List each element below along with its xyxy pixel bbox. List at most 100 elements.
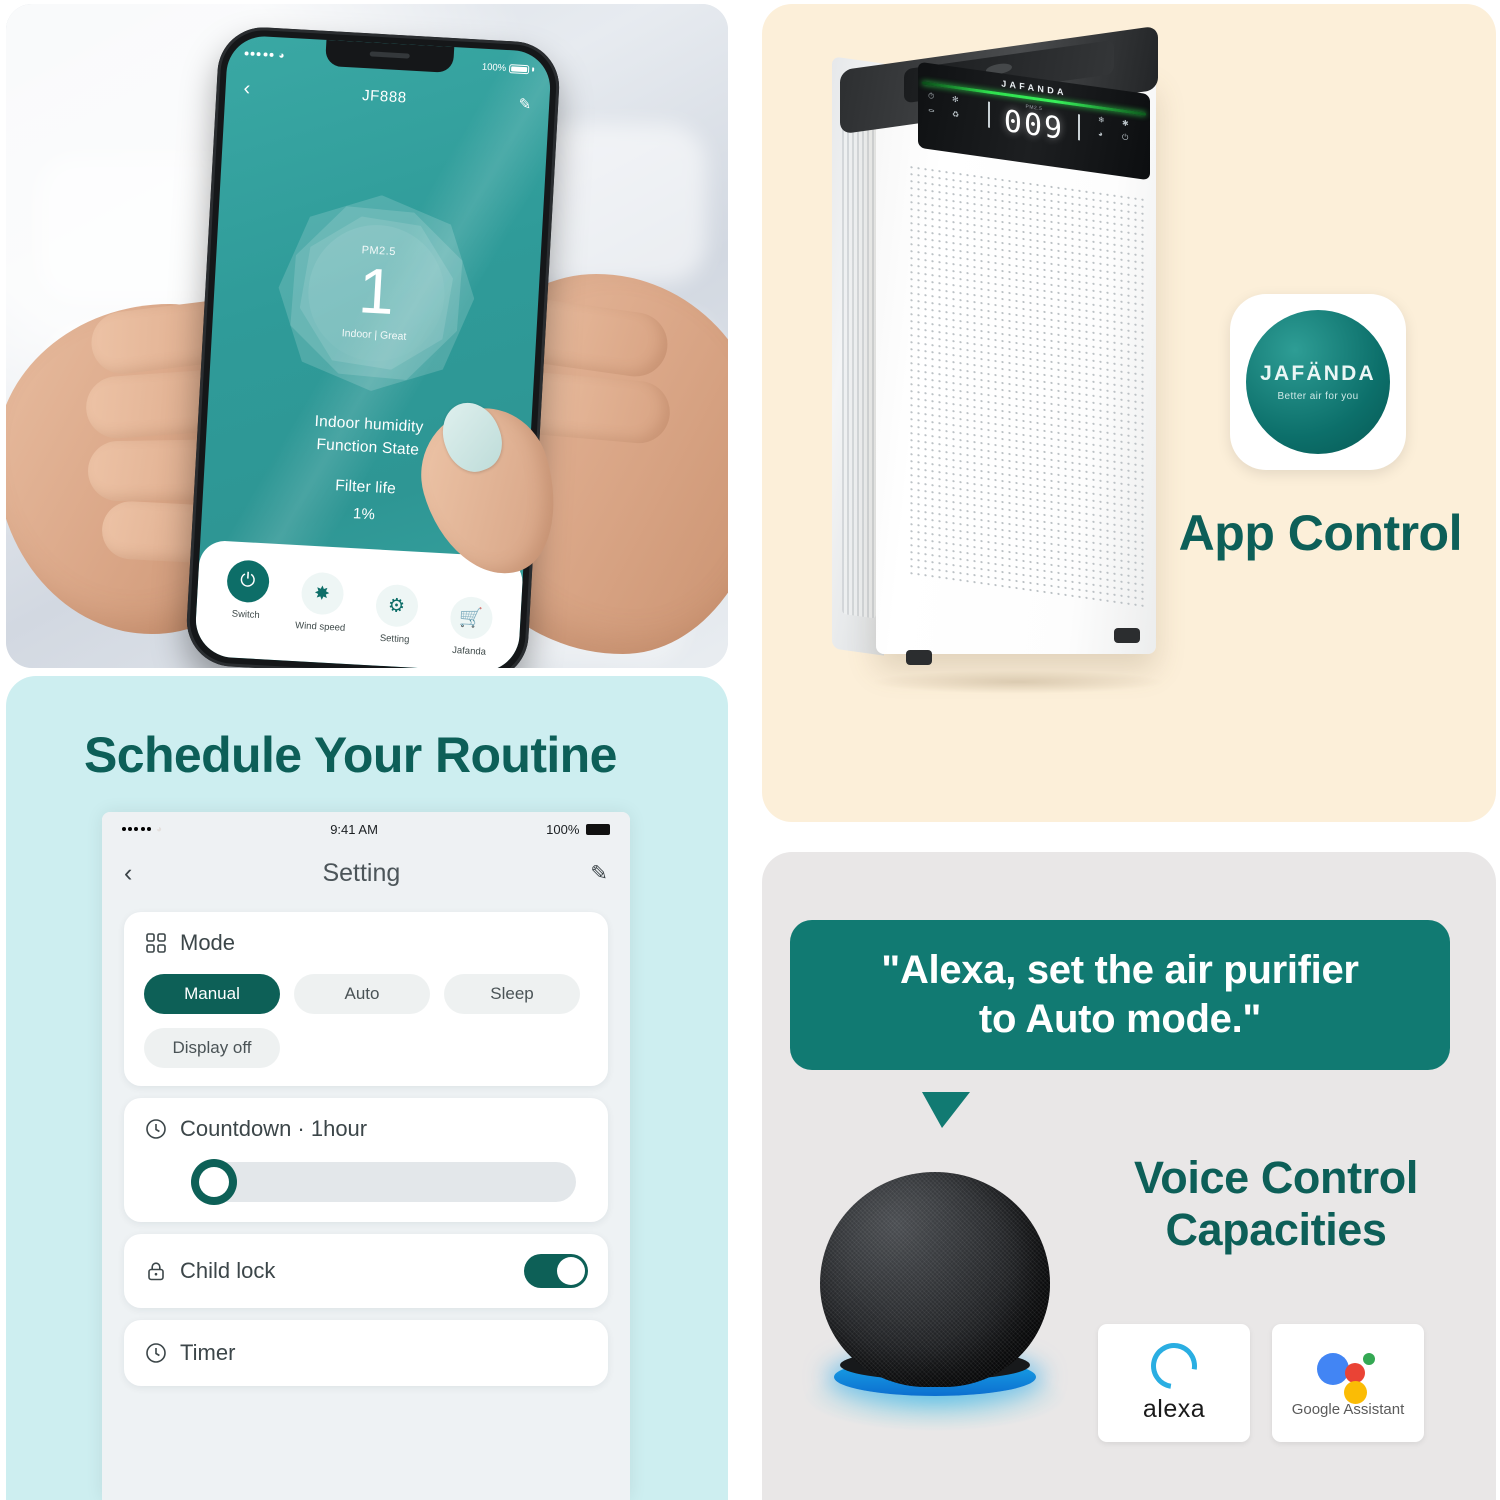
sleep-icon[interactable]: ✱: [1122, 118, 1140, 130]
status-time: 9:41 AM: [330, 821, 378, 837]
clock-icon: [144, 1341, 168, 1365]
wifi-icon[interactable]: ◕: [1098, 129, 1116, 142]
alexa-logo-icon: [1141, 1333, 1207, 1398]
gear-icon: ⚙: [374, 583, 419, 628]
battery-percent-label: 100%: [481, 61, 507, 74]
lock-icon[interactable]: ⚰: [928, 106, 946, 118]
panel-divider: [1078, 114, 1080, 141]
google-assistant-logo-icon: [1317, 1349, 1379, 1404]
app-control-headline: App Control: [1178, 505, 1463, 561]
mode-options: Manual Auto Sleep Display off: [144, 974, 588, 1068]
countdown-slider[interactable]: [191, 1159, 576, 1205]
back-icon[interactable]: ‹: [124, 859, 132, 888]
assistant-badges: alexa Google Assistant: [1098, 1324, 1424, 1442]
settings-navbar: ‹ Setting ✎: [102, 846, 630, 900]
schedule-panel: Schedule Your Routine ◕ 9:41 AM 100% ‹ S…: [6, 676, 728, 1500]
mode-label: Mode: [180, 930, 236, 955]
lock-icon: [144, 1259, 168, 1283]
countdown-card: Countdown · 1hour: [124, 1098, 608, 1222]
tab-switch-label: Switch: [231, 608, 261, 622]
countdown-card-header: Countdown · 1hour: [144, 1116, 588, 1142]
cart-icon: 🛒: [448, 595, 494, 641]
purifier-display-readout: PM2.5 009: [1003, 101, 1065, 148]
power-icon[interactable]: ⏻: [1122, 132, 1140, 145]
child-lock-row[interactable]: Child lock: [124, 1234, 608, 1308]
mode-option-display-off[interactable]: Display off: [144, 1028, 280, 1068]
mode-option-auto[interactable]: Auto: [294, 974, 430, 1014]
tab-wind-speed[interactable]: ✸ Wind speed: [287, 571, 356, 635]
battery-icon: [508, 63, 530, 74]
mode-card-header: Mode: [144, 930, 588, 956]
speech-bubble-tail: [922, 1092, 970, 1128]
power-icon: ⏻: [225, 559, 270, 604]
pm25-label: PM2.5: [361, 244, 397, 259]
battery-tip: [532, 67, 535, 72]
timer-row[interactable]: Timer: [124, 1320, 608, 1386]
tab-jafanda-store[interactable]: 🛒 Jafanda: [436, 595, 505, 659]
grid-icon: [144, 931, 168, 955]
air-purifier-product: JAFANDA ⏱ ✻ ⚰ ♻ PM2.5 009 ❄ ✱ ◕ ⏻: [814, 22, 1214, 702]
product-shadow: [870, 670, 1166, 694]
app-control-photo-panel: ◕ 100% ‹ JF888 ✎ PM2.5 1 Indoor | Great …: [6, 4, 728, 668]
countdown-label: Countdown · 1hour: [180, 1116, 368, 1141]
speaker-dome: [820, 1172, 1050, 1387]
alexa-label: alexa: [1142, 1394, 1206, 1423]
battery-icon: [586, 823, 610, 835]
tab-setting[interactable]: ⚙ Setting: [361, 583, 430, 647]
jafanda-app-icon: JAFÄNDA Better air for you: [1230, 294, 1406, 470]
alexa-badge: alexa: [1098, 1324, 1250, 1442]
settings-screen: ◕ 9:41 AM 100% ‹ Setting ✎ Mode Manual A…: [102, 812, 630, 1500]
panel-right-icons: ❄ ✱ ◕ ⏻: [1098, 115, 1140, 145]
status-battery: 100%: [546, 822, 610, 837]
child-lock-label: Child lock: [180, 1258, 276, 1283]
fan-icon[interactable]: ✻: [952, 94, 970, 107]
signal-dots-icon: ◕: [244, 48, 285, 61]
pencil-icon[interactable]: ✎: [518, 95, 532, 114]
mode-option-manual[interactable]: Manual: [144, 974, 280, 1014]
pm25-reading: 009: [1003, 103, 1065, 148]
voice-title-line-2: Capacities: [1165, 1204, 1387, 1256]
pm25-value: 1: [356, 254, 397, 329]
air-quality-ring: PM2.5 1 Indoor | Great: [273, 190, 480, 397]
google-assistant-badge: Google Assistant: [1272, 1324, 1424, 1442]
mode-card: Mode Manual Auto Sleep Display off: [124, 912, 608, 1086]
google-assistant-label: Google Assistant: [1291, 1400, 1405, 1418]
bubble-line-1: "Alexa, set the air purifier: [881, 948, 1359, 992]
purifier-panel: JAFANDA ⏱ ✻ ⚰ ♻ PM2.5 009 ❄ ✱ ◕ ⏻ JAFÄND…: [762, 4, 1496, 822]
slider-knob[interactable]: [191, 1159, 237, 1205]
alexa-speech-bubble: "Alexa, set the air purifier to Auto mod…: [790, 920, 1450, 1070]
battery-indicator: 100%: [482, 61, 535, 75]
auto-icon[interactable]: ♻: [952, 109, 970, 121]
aqi-readout: PM2.5 1 Indoor | Great: [273, 190, 480, 397]
fan-icon: ✸: [299, 571, 345, 616]
timer-label: Timer: [180, 1340, 236, 1365]
timer-icon[interactable]: ⏱: [928, 91, 946, 104]
tab-switch[interactable]: ⏻ Switch: [212, 559, 281, 623]
tab-jafanda-label: Jafanda: [451, 644, 487, 658]
clock-icon: [144, 1117, 168, 1141]
signal-dots-icon: ◕: [122, 824, 162, 835]
voice-control-panel: "Alexa, set the air purifier to Auto mod…: [762, 852, 1496, 1500]
schedule-headline: Schedule Your Routine: [84, 727, 617, 783]
purifier-caster: [906, 650, 932, 665]
pencil-icon[interactable]: ✎: [590, 861, 608, 886]
settings-status-bar: ◕ 9:41 AM 100%: [102, 812, 630, 846]
ionizer-icon[interactable]: ❄: [1098, 115, 1116, 127]
bubble-line-2: to Auto mode.": [978, 996, 1262, 1041]
echo-dot-speaker: [802, 1172, 1068, 1432]
brand-wordmark: JAFÄNDA: [1260, 362, 1376, 385]
purifier-caster: [1114, 628, 1140, 643]
voice-control-headline: Voice Control Capacities: [1092, 1152, 1460, 1256]
brand-circle: JAFÄNDA Better air for you: [1246, 310, 1390, 454]
wifi-icon: ◕: [278, 49, 285, 62]
aqi-status-label: Indoor | Great: [341, 326, 407, 343]
voice-title-line-1: Voice Control: [1134, 1152, 1418, 1203]
mode-option-sleep[interactable]: Sleep: [444, 974, 580, 1014]
settings-title: Setting: [322, 858, 401, 887]
tab-setting-label: Setting: [379, 632, 410, 646]
child-lock-toggle[interactable]: [524, 1254, 588, 1288]
brand-tagline: Better air for you: [1277, 391, 1359, 402]
panel-left-icons: ⏱ ✻ ⚰ ♻: [928, 91, 970, 121]
tab-wind-speed-label: Wind speed: [294, 620, 346, 634]
fabric-texture: [820, 1172, 1050, 1387]
